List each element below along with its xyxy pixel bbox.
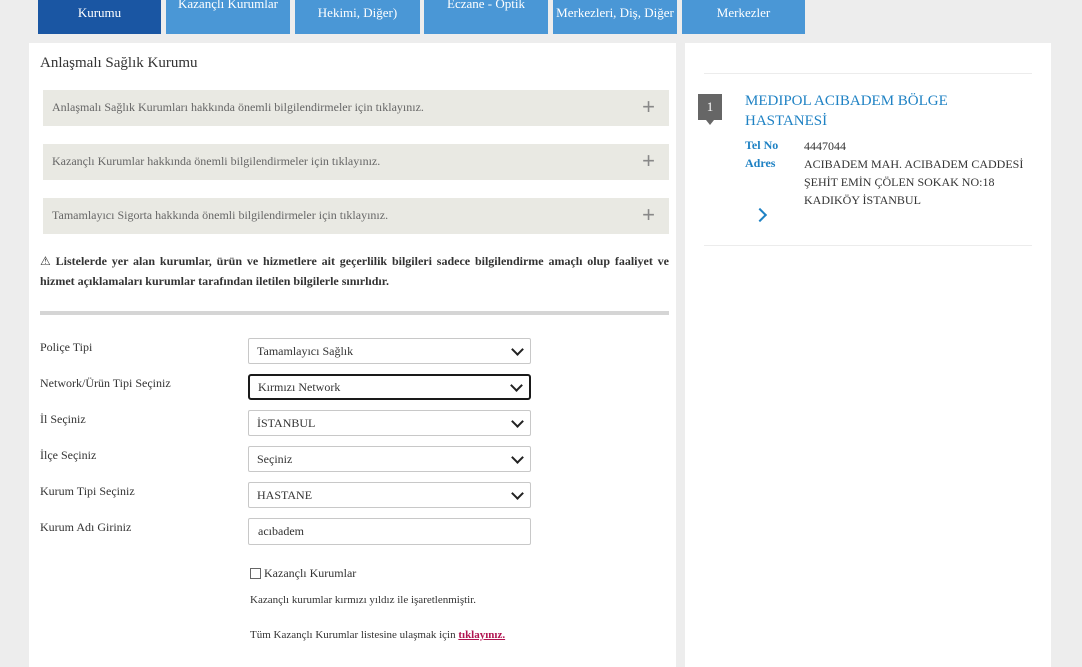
disclaimer-notice: ⚠ Listelerde yer alan kurumlar, ürün ve h… [40, 251, 669, 291]
tel-label: Tel No [745, 138, 779, 152]
tab-label: Eczane - Optik [447, 0, 525, 11]
page-title: Anlaşmalı Sağlık Kurumu [40, 55, 198, 71]
plus-icon: + [642, 94, 655, 119]
profitable-checkbox-row[interactable]: Kazançlı Kurumlar [250, 566, 356, 581]
profitable-checkbox[interactable] [250, 568, 261, 579]
tab-label: Kazançlı Kurumlar [178, 0, 278, 11]
search-panel: Anlaşmalı Sağlık Kurumu Anlaşmalı Sağlık… [29, 43, 676, 667]
accordion-label: Kazançlı Kurumlar hakkında önemli bilgil… [52, 154, 381, 168]
plus-icon: + [642, 148, 655, 173]
list-link-text: Tüm Kazançlı Kurumlar listesine ulaşmak … [250, 629, 456, 641]
profitable-checkbox-label: Kazançlı Kurumlar [264, 566, 357, 580]
accordion-profitable-info[interactable]: Kazançlı Kurumlar hakkında önemli bilgil… [43, 144, 669, 180]
list-link[interactable]: tıklayınız. [458, 629, 505, 641]
star-note: Kazançlı kurumlar kırmızı yıldız ile işa… [250, 594, 477, 606]
tel-value: 4447044 [804, 139, 846, 153]
city-value: İSTANBUL [257, 415, 316, 430]
tab-label: Kurumu [77, 5, 122, 20]
category-tabs: Kurumu Kazançlı Kurumlar Hekimi, Diğer) … [0, 0, 1060, 36]
tab-institution[interactable]: Kurumu [38, 0, 161, 34]
tab-label: Merkezleri, Diş, Diğer [556, 5, 674, 20]
policy-type-value: Tamamlayıcı Sağlık [257, 343, 354, 358]
tab-label: Merkezler [716, 5, 771, 20]
city-label: İl Seçiniz [40, 412, 86, 426]
institution-type-value: HASTANE [257, 487, 313, 502]
accordion-supplementary-info[interactable]: Tamamlayıcı Sigorta hakkında önemli bilg… [43, 198, 669, 234]
district-select[interactable]: Seçiniz [248, 446, 531, 472]
divider [40, 311, 669, 315]
tab-centers[interactable]: Merkezler [682, 0, 805, 34]
city-select[interactable]: İSTANBUL [248, 410, 531, 436]
chevron-down-icon [511, 486, 524, 500]
network-label: Network/Ürün Tipi Seçiniz [40, 376, 171, 390]
address-label: Adres [745, 156, 776, 170]
chevron-down-icon [510, 378, 523, 392]
accordion-contracted-info[interactable]: Anlaşmalı Sağlık Kurumları hakkında önem… [43, 90, 669, 126]
network-select[interactable]: Kırmızı Network [248, 374, 531, 400]
institution-name-label: Kurum Adı Giriniz [40, 520, 132, 534]
plus-icon: + [642, 202, 655, 227]
tab-label: Hekimi, Diğer) [317, 5, 398, 20]
address-value: ACIBADEM MAH. ACIBADEM CADDESİ ŞEHİT EMİ… [804, 157, 1024, 207]
policy-type-select[interactable]: Tamamlayıcı Sağlık [248, 338, 531, 364]
results-panel: 1 MEDIPOL ACIBADEM BÖLGE HASTANESİ Tel N… [685, 43, 1051, 667]
warning-icon: ⚠ [40, 254, 53, 268]
accordion-label: Tamamlayıcı Sigorta hakkında önemli bilg… [52, 208, 389, 222]
divider [704, 245, 1032, 246]
result-index-badge: 1 [698, 94, 722, 125]
district-value: Seçiniz [257, 451, 293, 466]
institution-type-select[interactable]: HASTANE [248, 482, 531, 508]
institution-type-label: Kurum Tipi Seçiniz [40, 484, 135, 498]
divider [704, 73, 1032, 74]
network-value: Kırmızı Network [258, 379, 341, 394]
accordion-label: Anlaşmalı Sağlık Kurumları hakkında önem… [52, 100, 424, 114]
policy-type-label: Poliçe Tipi [40, 340, 93, 354]
disclaimer-text: Listelerde yer alan kurumlar, ürün ve hi… [40, 254, 669, 288]
tab-pharmacy-optic[interactable]: Eczane - Optik [424, 0, 548, 34]
tab-profitable-institutions[interactable]: Kazançlı Kurumlar [166, 0, 290, 34]
chevron-down-icon [511, 414, 524, 428]
list-link-row: Tüm Kazançlı Kurumlar listesine ulaşmak … [250, 629, 505, 641]
chevron-right-icon[interactable] [752, 207, 768, 223]
institution-name-input[interactable] [248, 518, 531, 545]
tab-physician-other[interactable]: Hekimi, Diğer) [295, 0, 420, 34]
chevron-down-icon [511, 342, 524, 356]
institution-name-link[interactable]: MEDIPOL ACIBADEM BÖLGE HASTANESİ [745, 91, 1025, 131]
tab-dental-centers[interactable]: Merkezleri, Diş, Diğer [553, 0, 677, 34]
district-label: İlçe Seçiniz [40, 448, 97, 462]
chevron-down-icon [511, 450, 524, 464]
